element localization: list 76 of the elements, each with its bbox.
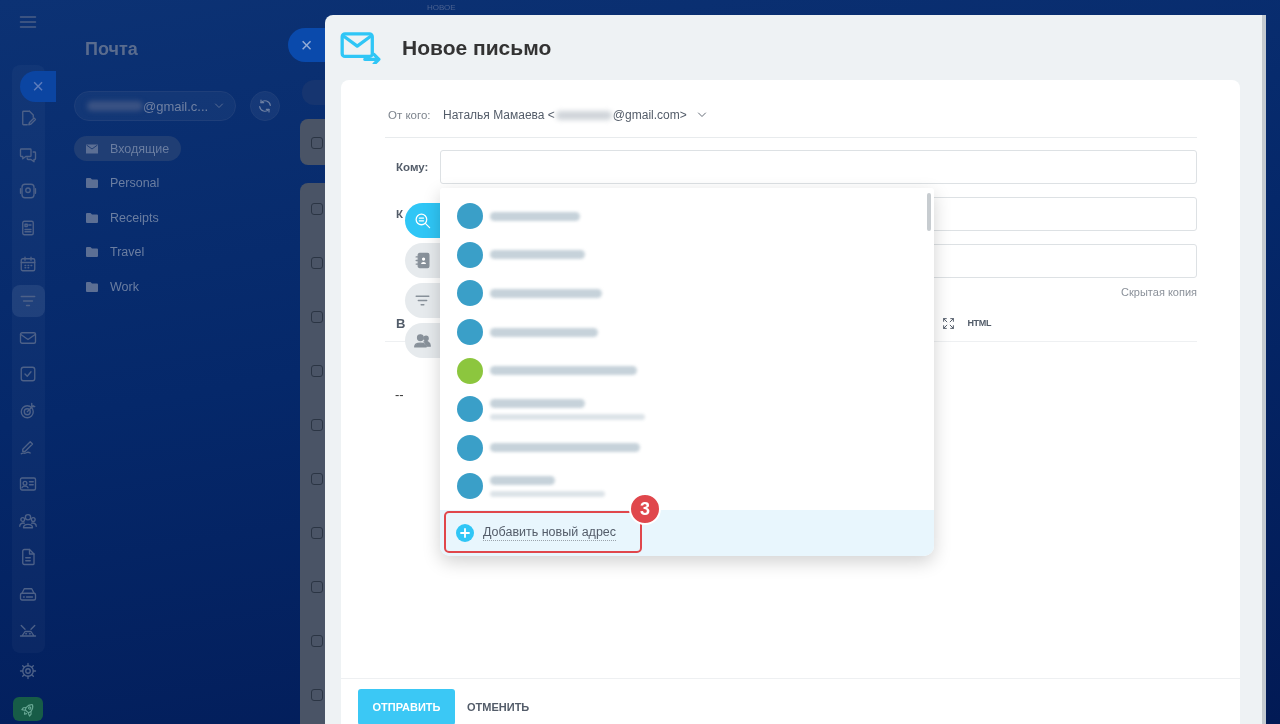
sender-selector[interactable]: Наталья Мамаева < @gmail.com> — [443, 108, 708, 122]
calendar-icon[interactable] — [19, 255, 37, 274]
blurred-text — [555, 110, 612, 120]
plus-icon — [456, 524, 474, 542]
people-icon[interactable] — [19, 511, 37, 530]
refresh-button[interactable] — [250, 91, 280, 121]
field-label: Кому: — [396, 161, 429, 173]
step-badge: 3 — [629, 493, 661, 525]
avatar-icon[interactable] — [457, 357, 483, 384]
dialog-title: Новое письмо — [402, 35, 552, 60]
checkbox[interactable] — [311, 689, 323, 701]
checkbox[interactable] — [311, 473, 323, 485]
search-list-icon[interactable] — [414, 212, 431, 229]
account-selector[interactable]: @gmail.c... — [74, 91, 236, 121]
folder-item[interactable]: Receipts — [74, 205, 171, 230]
avatar-icon[interactable] — [457, 241, 483, 268]
document-edit-icon[interactable] — [19, 109, 37, 127]
folder-item[interactable]: Входящие — [74, 136, 182, 161]
camera-icon[interactable] — [19, 182, 37, 201]
folder-icon — [86, 280, 98, 293]
avatar-icon[interactable] — [457, 434, 483, 461]
field-label: От кого: — [388, 109, 432, 121]
document-icon[interactable] — [19, 548, 37, 567]
avatar-icon[interactable] — [457, 396, 483, 423]
folder-item[interactable]: Travel — [74, 239, 157, 265]
checkbox[interactable] — [311, 203, 323, 215]
avatar-icon[interactable] — [457, 280, 483, 307]
address-book-icon[interactable] — [414, 252, 431, 269]
settings-icon[interactable] — [19, 662, 37, 680]
recipient-tab[interactable] — [405, 283, 440, 318]
folder-item[interactable]: Personal — [74, 170, 172, 196]
checkbox[interactable] — [311, 137, 323, 149]
field-label: К — [396, 208, 404, 220]
html-button[interactable]: HTML — [967, 318, 992, 328]
mail-send-icon — [340, 31, 382, 64]
search-field[interactable] — [302, 80, 325, 105]
checkbox[interactable] — [311, 635, 323, 647]
folder-icon — [86, 211, 98, 224]
id-card-icon[interactable] — [19, 474, 37, 493]
recipient-tab[interactable] — [405, 323, 440, 358]
envelope-icon — [86, 142, 98, 155]
target-icon[interactable] — [19, 401, 37, 420]
checkbox[interactable] — [311, 581, 323, 593]
task-icon[interactable] — [19, 365, 37, 384]
checkbox[interactable] — [311, 365, 323, 377]
input-field[interactable] — [440, 150, 1197, 184]
panel-title: Почта — [85, 38, 138, 60]
blurred-text — [490, 475, 555, 485]
send-button[interactable]: ОТПРАВИТЬ — [358, 689, 455, 724]
expand-icon[interactable] — [942, 316, 956, 330]
close-button[interactable]: × — [20, 71, 56, 102]
checkbox[interactable] — [311, 527, 323, 539]
folder-icon — [86, 177, 98, 189]
cancel-button[interactable]: ОТМЕНИТЬ — [467, 689, 530, 724]
refresh-icon[interactable] — [257, 98, 273, 114]
people-icon[interactable] — [414, 332, 431, 349]
avatar-icon[interactable] — [457, 319, 483, 346]
message-card[interactable] — [300, 119, 325, 165]
checkbox[interactable] — [311, 311, 323, 323]
checkbox[interactable] — [311, 257, 323, 269]
blurred-text — [87, 101, 143, 111]
recipient-tab[interactable] — [405, 243, 440, 278]
avatar-icon[interactable] — [457, 473, 483, 500]
scrollbar[interactable] — [927, 193, 931, 231]
bold-button[interactable]: B — [396, 315, 406, 331]
close-button[interactable]: × — [288, 28, 325, 62]
message-card[interactable] — [300, 183, 325, 724]
folder-icon — [86, 246, 98, 258]
checkbox[interactable] — [311, 419, 323, 431]
avatar-icon[interactable] — [457, 203, 483, 230]
chat-icon[interactable] — [19, 145, 37, 164]
signature-text: -- — [395, 387, 404, 402]
newspaper-icon[interactable] — [19, 218, 37, 237]
folder-item[interactable]: Work — [74, 274, 151, 299]
recipient-tab[interactable] — [405, 203, 440, 238]
bcc-link[interactable]: Скрытая копия — [1121, 286, 1197, 298]
